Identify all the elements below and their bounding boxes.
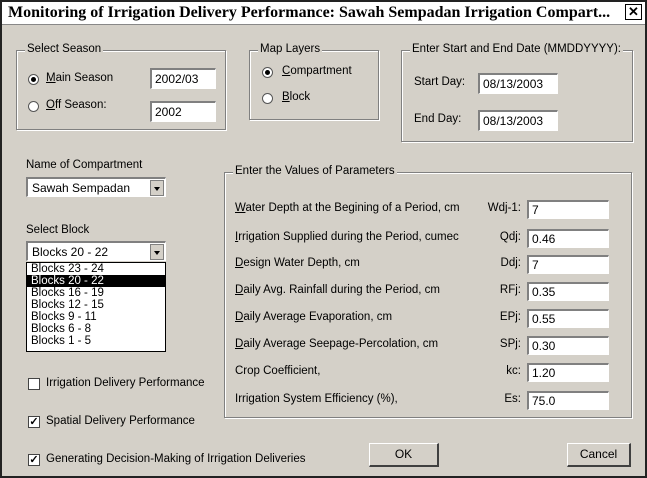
block-option[interactable]: Blocks 1 - 5 (27, 335, 165, 347)
end-day-label: End Day: (414, 113, 462, 125)
end-day-input[interactable]: 08/13/2003 (478, 110, 558, 131)
start-day-input[interactable]: 08/13/2003 (478, 73, 558, 94)
parameter-input[interactable]: 0.55 (527, 309, 609, 328)
close-icon: ✕ (628, 4, 639, 19)
decision-making-label[interactable]: Generating Decision-Making of Irrigation… (46, 453, 306, 465)
cancel-button[interactable]: Cancel (567, 443, 631, 467)
compartment-name-label: Name of Compartment (26, 159, 143, 171)
block-option[interactable]: Blocks 20 - 22 (27, 275, 165, 287)
start-day-label: Start Day: (414, 76, 466, 88)
main-season-input[interactable]: 2002/03 (150, 68, 216, 89)
off-season-radio[interactable] (28, 101, 39, 112)
select-block-label: Select Block (26, 224, 90, 236)
main-season-radio[interactable] (28, 74, 39, 85)
dates-legend: Enter Start and End Date (MMDDYYYY): (410, 43, 623, 55)
block-radio[interactable] (262, 93, 273, 104)
parameter-input[interactable]: 0.46 (527, 229, 609, 248)
block-option[interactable]: Blocks 16 - 19 (27, 287, 165, 299)
chevron-down-icon[interactable] (150, 180, 164, 196)
parameter-label: Daily Average Evaporation, cm (235, 311, 393, 323)
parameter-label: Water Depth at the Begining of a Period,… (235, 202, 460, 214)
parameter-label: Daily Avg. Rainfall during the Period, c… (235, 284, 440, 296)
compartment-select-value: Sawah Sempadan (32, 181, 131, 195)
parameter-label: Irrigation System Efficiency (%), (235, 393, 398, 405)
map-layers-group: Map Layers (249, 43, 379, 120)
parameter-symbol: kc: (506, 365, 521, 377)
parameter-input[interactable]: 1.20 (527, 363, 609, 382)
window-title: Monitoring of Irrigation Delivery Perfor… (8, 4, 611, 21)
ok-button[interactable]: OK (369, 443, 439, 467)
block-select[interactable]: Blocks 20 - 22 (26, 241, 166, 261)
parameter-symbol: Wdj-1: (487, 202, 521, 214)
irrigation-delivery-checkbox[interactable] (28, 378, 40, 390)
parameter-label: Design Water Depth, cm (235, 257, 360, 269)
parameter-input[interactable]: 0.30 (527, 336, 609, 355)
parameter-input[interactable]: 7 (527, 200, 609, 219)
parameter-symbol: EPj: (499, 311, 521, 323)
block-option[interactable]: Blocks 23 - 24 (27, 263, 165, 275)
parameter-label: Daily Average Seepage-Percolation, cm (235, 338, 439, 350)
close-button[interactable]: ✕ (625, 4, 642, 20)
block-dropdown-list[interactable]: Blocks 23 - 24 Blocks 20 - 22 Blocks 16 - … (26, 262, 166, 352)
block-option[interactable]: Blocks 9 - 11 (27, 311, 165, 323)
parameter-label: Crop Coefficient, (235, 365, 321, 377)
block-option[interactable]: Blocks 6 - 8 (27, 323, 165, 335)
decision-making-checkbox[interactable]: ✓ (28, 454, 40, 466)
block-radio-label[interactable]: Block (282, 91, 310, 103)
map-layers-legend: Map Layers (258, 43, 323, 55)
dialog-window: Monitoring of Irrigation Delivery Perfor… (0, 0, 647, 478)
parameter-symbol: RFj: (499, 284, 521, 296)
parameter-input[interactable]: 0.35 (527, 282, 609, 301)
compartment-select[interactable]: Sawah Sempadan (26, 177, 166, 197)
block-select-value: Blocks 20 - 22 (32, 245, 109, 259)
chevron-down-icon[interactable] (150, 244, 164, 260)
checkmark-icon: ✓ (29, 416, 39, 428)
parameter-symbol: Ddj: (500, 257, 521, 269)
parameter-input[interactable]: 7 (527, 255, 609, 274)
compartment-radio[interactable] (262, 67, 273, 78)
irrigation-delivery-label[interactable]: Irrigation Delivery Performance (46, 377, 205, 389)
off-season-input[interactable]: 2002 (150, 101, 216, 122)
parameter-symbol: Es: (504, 393, 521, 405)
parameter-symbol: SPj: (499, 338, 521, 350)
compartment-radio-label[interactable]: Compartment (282, 65, 352, 77)
parameter-symbol: Qdj: (499, 231, 521, 243)
main-season-label[interactable]: Main Season (46, 72, 113, 84)
parameter-label: Irrigation Supplied during the Period, c… (235, 231, 459, 243)
parameter-input[interactable]: 75.0 (527, 391, 609, 410)
spatial-delivery-checkbox[interactable]: ✓ (28, 416, 40, 428)
parameters-legend: Enter the Values of Parameters (233, 165, 397, 177)
spatial-delivery-label[interactable]: Spatial Delivery Performance (46, 415, 195, 427)
title-bar[interactable]: Monitoring of Irrigation Delivery Perfor… (2, 2, 645, 25)
checkmark-icon: ✓ (29, 454, 39, 466)
off-season-label[interactable]: Off Season: (46, 99, 107, 111)
season-legend: Select Season (25, 43, 104, 55)
block-option[interactable]: Blocks 12 - 15 (27, 299, 165, 311)
